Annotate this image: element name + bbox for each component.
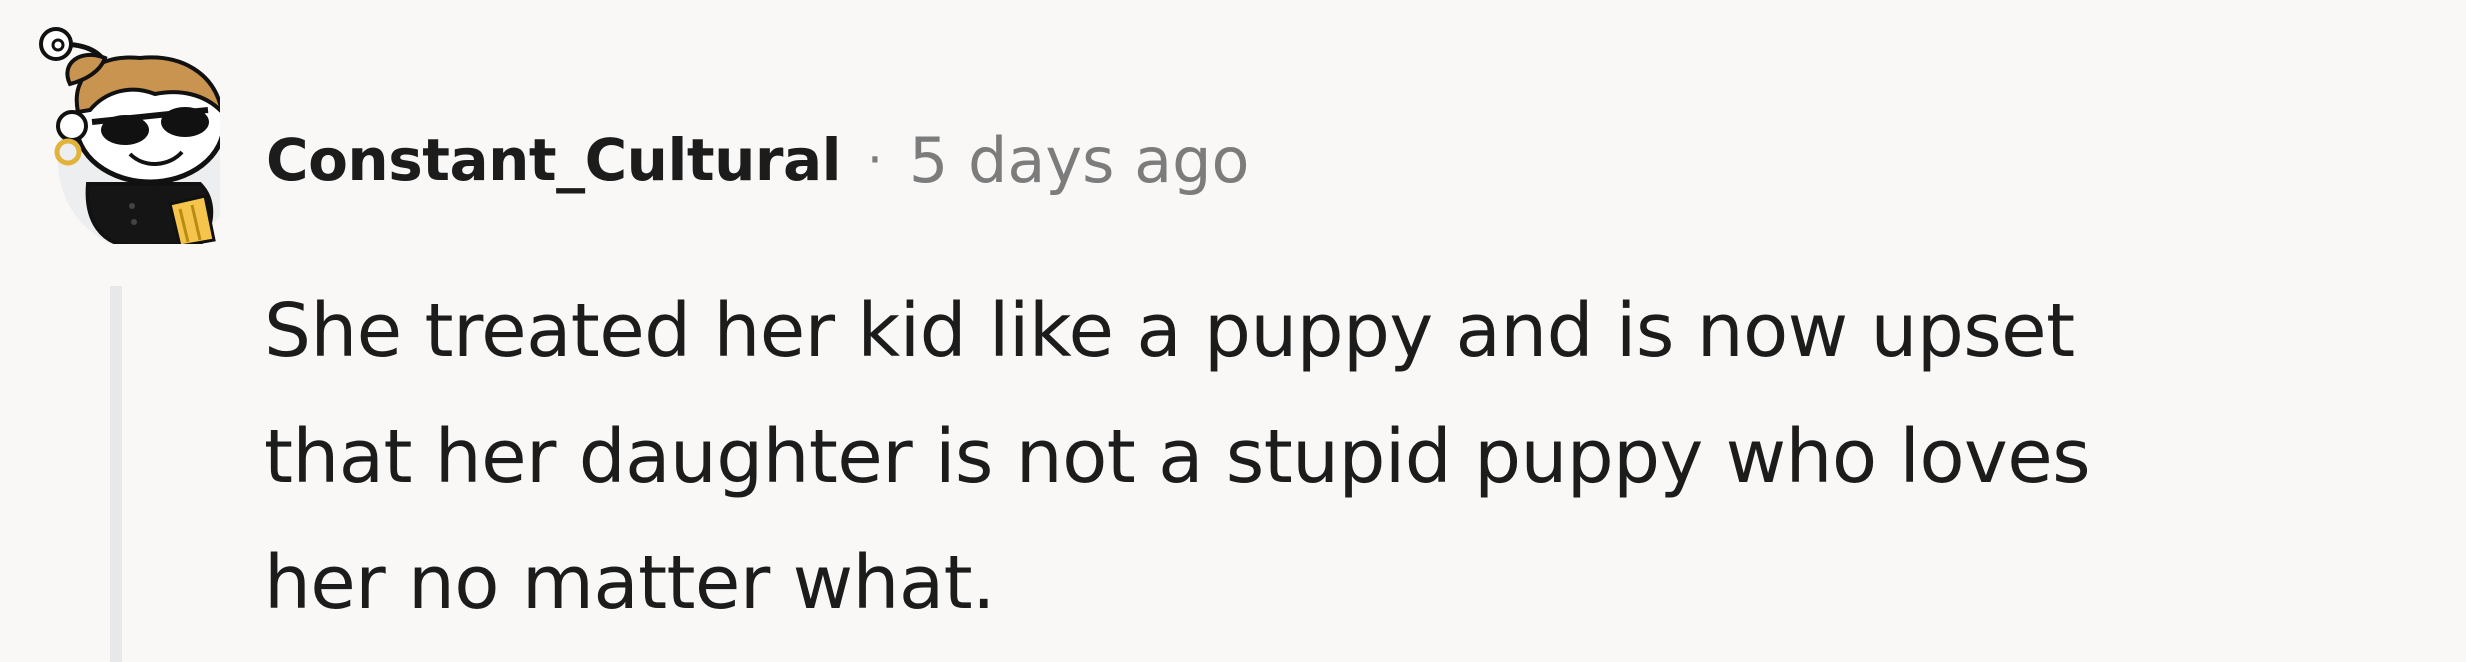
comment-body-line: her no matter what. (264, 540, 996, 626)
snoo-avatar-icon (39, 27, 238, 252)
thread-line[interactable] (110, 286, 122, 662)
author-name[interactable]: Constant_Cultural (266, 126, 841, 194)
timestamp[interactable]: 5 days ago (909, 124, 1250, 197)
comment-meta: Constant_Cultural · 5 days ago (266, 118, 1249, 202)
comment-body-line: that her daughter is not a stupid puppy … (264, 414, 2091, 500)
user-avatar[interactable] (30, 14, 238, 252)
comment-body-line: She treated her kid like a puppy and is … (264, 288, 2075, 374)
comment-body: She treated her kid like a puppy and is … (264, 268, 2414, 646)
meta-separator: · (866, 131, 883, 189)
comment: Constant_Cultural · 5 days ago She treat… (0, 0, 2466, 662)
